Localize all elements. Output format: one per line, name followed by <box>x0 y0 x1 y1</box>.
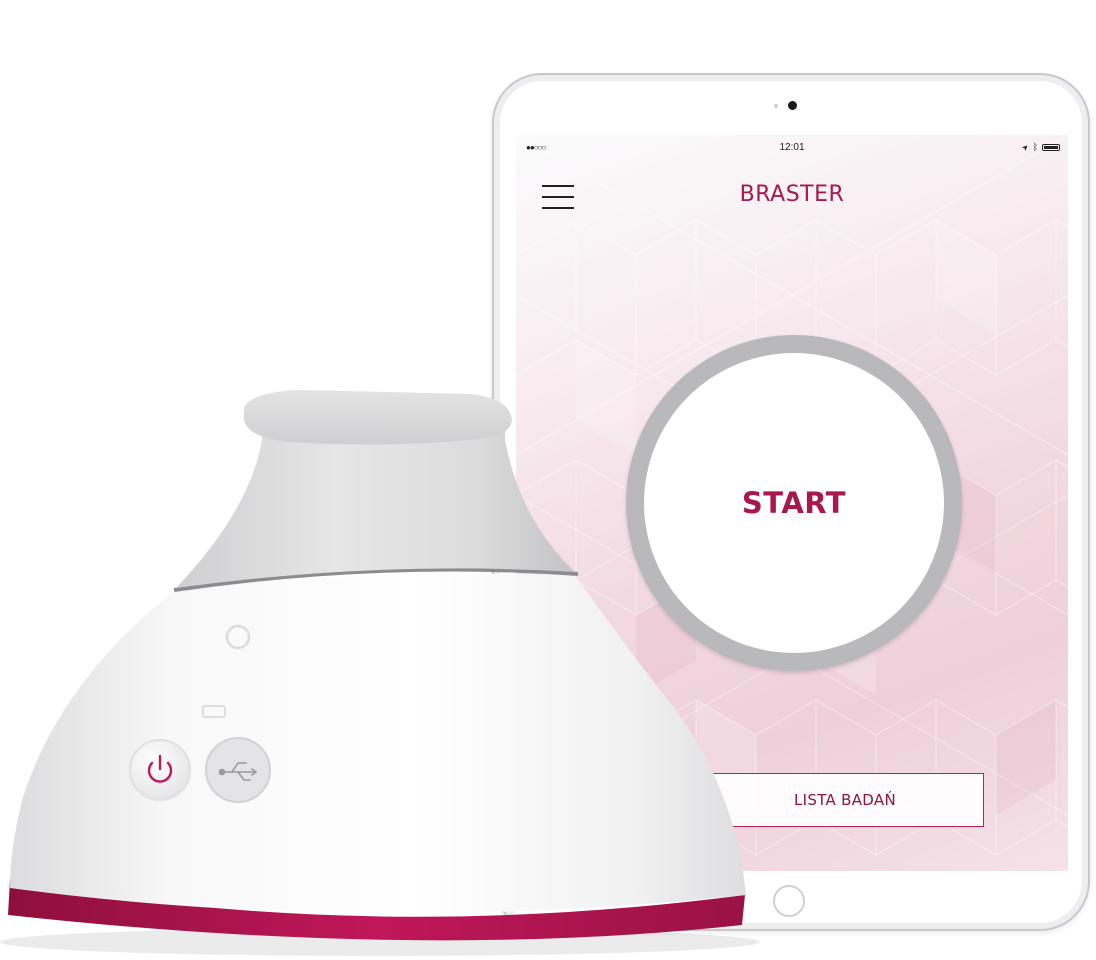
status-bar: ●●○○○ 12:01 ➤ ᛒ <box>516 135 1068 163</box>
start-button[interactable]: START <box>644 353 944 653</box>
power-button[interactable] <box>129 739 191 801</box>
device-shadow <box>0 928 760 956</box>
app-screen: ●●○○○ 12:01 ➤ ᛒ BRASTER START LISTA BADA… <box>516 135 1068 871</box>
sensor-ring-icon <box>225 624 251 650</box>
location-icon: ➤ <box>1019 141 1031 153</box>
tablet: ●●○○○ 12:01 ➤ ᛒ BRASTER START LISTA BADA… <box>492 73 1090 931</box>
start-label: START <box>741 486 847 520</box>
start-ring: START <box>626 335 962 671</box>
app-title: BRASTER <box>739 182 845 207</box>
device-top <box>244 390 512 445</box>
bluetooth-icon: ᛒ <box>1032 142 1038 152</box>
status-icons: ➤ ᛒ <box>1019 141 1060 153</box>
camera-icon <box>788 101 797 110</box>
exam-list-label: LISTA BADAŃ <box>794 791 896 809</box>
battery-indicator-icon <box>202 705 226 718</box>
battery-icon <box>1042 143 1060 151</box>
exam-list-button[interactable]: LISTA BADAŃ <box>706 773 984 827</box>
status-time: 12:01 <box>779 142 805 153</box>
tablet-sensor <box>774 104 778 108</box>
usb-button[interactable] <box>205 737 271 803</box>
home-button[interactable] <box>773 885 805 917</box>
